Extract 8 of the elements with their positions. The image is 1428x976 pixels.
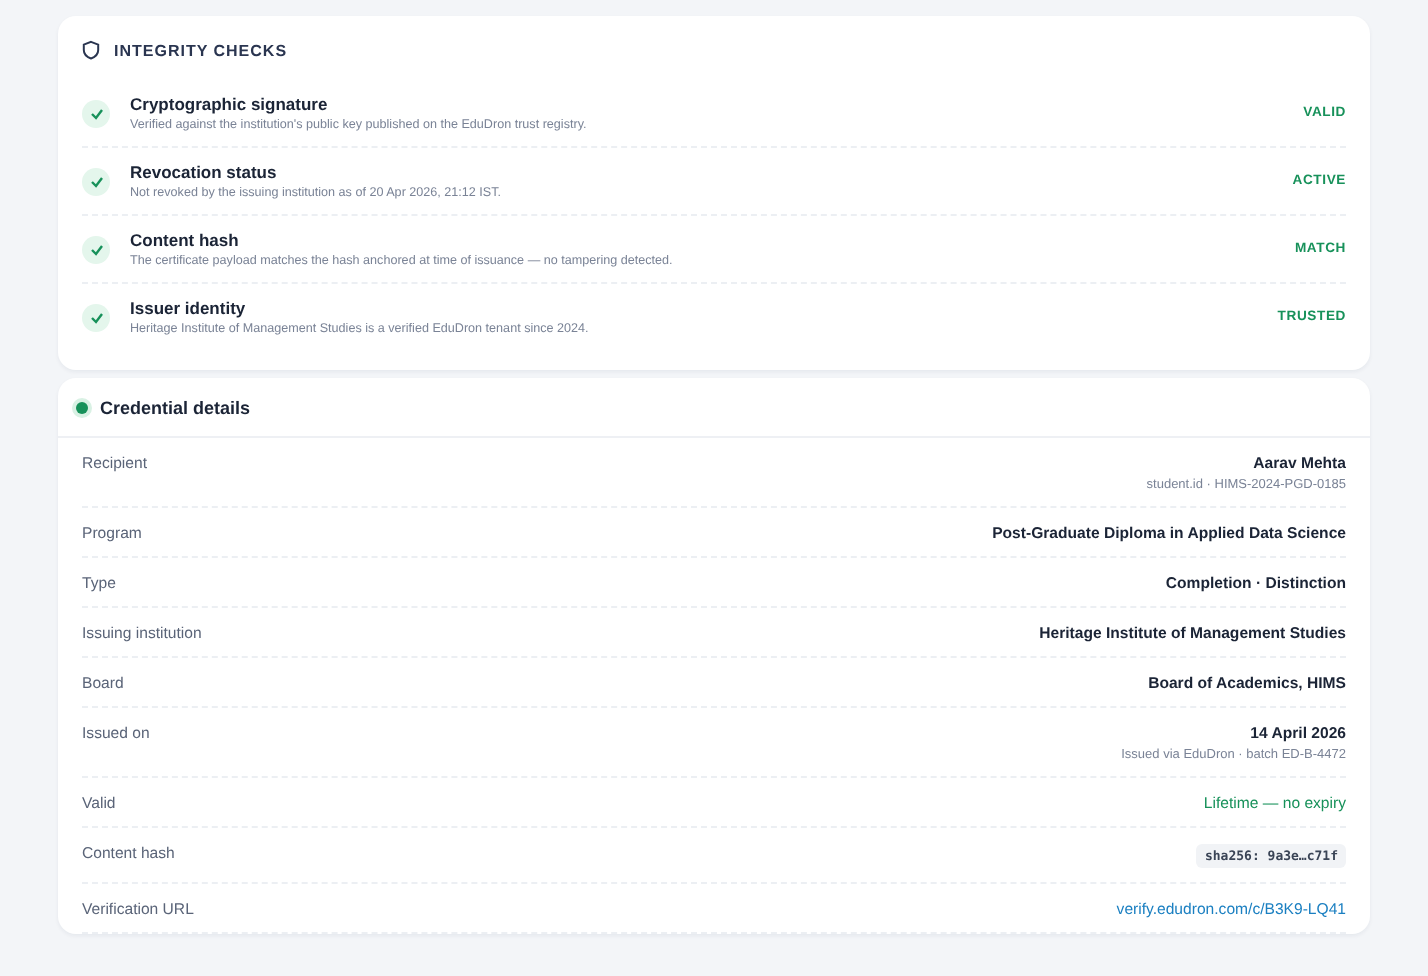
section-title: INTEGRITY CHECKS bbox=[114, 41, 288, 59]
status-dot bbox=[76, 402, 88, 414]
check-title: Issuer identity bbox=[130, 298, 248, 318]
check-title: Revocation status bbox=[130, 162, 279, 182]
check-title: Cryptographic signature bbox=[130, 94, 330, 114]
check-title: Content hash bbox=[130, 230, 241, 250]
section-title: Credential details bbox=[100, 398, 251, 418]
shield-icon bbox=[82, 40, 100, 60]
